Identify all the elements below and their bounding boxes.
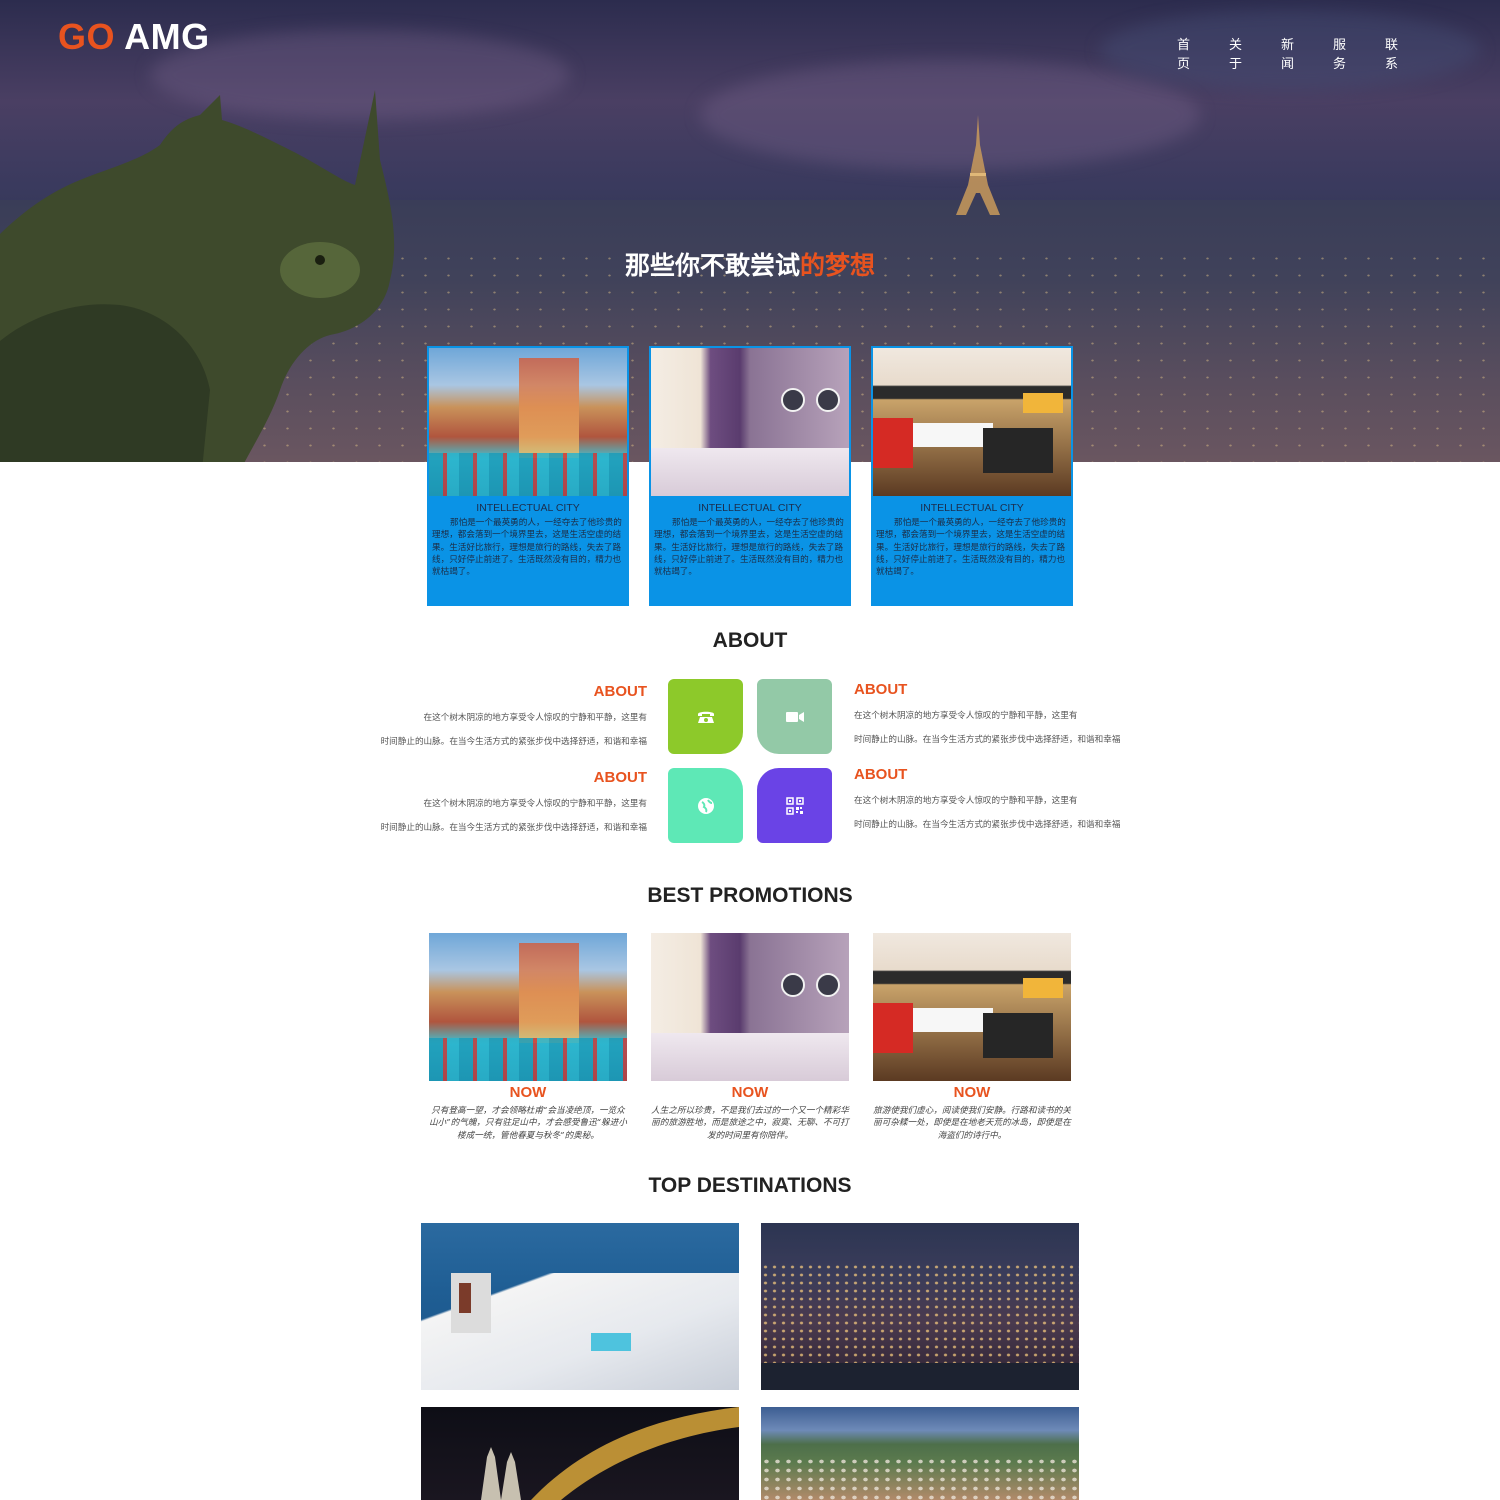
- card-text: 那怕是一个最英勇的人，一经夺去了他珍贵的理想，都会落到一个境界里去，这是生活空虚…: [432, 518, 622, 578]
- about-heading: ABOUT: [854, 766, 908, 783]
- nav-about[interactable]: 关于: [1229, 34, 1253, 72]
- about-text-line: 时间静止的山脉。在当今生活方式的紧张步伐中选择舒适，和谐和幸福: [854, 820, 1121, 830]
- nav-services[interactable]: 服务: [1333, 34, 1357, 72]
- card-title: INTELLECTUAL CITY: [476, 502, 580, 514]
- about-text-line: 在这个树木阴凉的地方享受令人惊叹的宁静和平静，这里有: [423, 799, 647, 809]
- lounge-image: [873, 933, 1071, 1081]
- about-text-line: 在这个树木阴凉的地方享受令人惊叹的宁静和平静，这里有: [423, 713, 647, 723]
- globe-tile[interactable]: [668, 768, 743, 843]
- hero-title-main: 那些你不敢尝试: [624, 251, 800, 280]
- coastal-village-image[interactable]: [761, 1407, 1079, 1500]
- promotion-item[interactable]: NOW 只有登高一望，才会领略杜甫“会当凌绝顶，一览众山小”的气魄，只有驻足山中…: [429, 933, 627, 1142]
- qr-code-tile[interactable]: [757, 768, 832, 843]
- feature-card[interactable]: INTELLECTUAL CITY 那怕是一个最英勇的人，一经夺去了他珍贵的理想…: [427, 346, 629, 606]
- nav-home[interactable]: 首页: [1177, 34, 1201, 72]
- eiffel-tower-icon: [956, 115, 1000, 215]
- lounge-image: [873, 348, 1071, 496]
- main-nav: 首页 关于 新闻 服务 联系: [1177, 34, 1409, 72]
- nav-contact[interactable]: 联系: [1385, 34, 1409, 72]
- promotion-item[interactable]: NOW 人生之所以珍贵，不是我们去过的一个又一个精彩华丽的旅游胜地，而是旅途之中…: [651, 933, 849, 1142]
- venice-resort-image: [429, 933, 627, 1081]
- promotion-text: 人生之所以珍贵，不是我们去过的一个又一个精彩华丽的旅游胜地，而是旅途之中，寂寞、…: [651, 1106, 849, 1141]
- about-text-line: 时间静止的山脉。在当今生活方式的紧张步伐中选择舒适，和谐和幸福: [380, 737, 647, 747]
- hero-title-accent: 的梦想: [800, 251, 876, 280]
- promotions-list: NOW 只有登高一望，才会领略杜甫“会当凌绝顶，一览众山小”的气魄，只有驻足山中…: [429, 933, 1071, 1142]
- feature-card[interactable]: INTELLECTUAL CITY 那怕是一个最英勇的人，一经夺去了他珍贵的理想…: [871, 346, 1073, 606]
- phone-icon: [697, 711, 714, 723]
- promotion-text: 只有登高一望，才会领略杜甫“会当凌绝顶，一览众山小”的气魄，只有驻足山中，才会感…: [429, 1106, 627, 1141]
- positano-night-image[interactable]: [761, 1223, 1079, 1390]
- promotions-section-title: BEST PROMOTIONS: [647, 884, 853, 907]
- card-text: 那怕是一个最英勇的人，一经夺去了他珍贵的理想，都会落到一个境界里去，这是生活空虚…: [876, 518, 1066, 578]
- about-heading: ABOUT: [593, 683, 647, 700]
- santorini-image[interactable]: [421, 1223, 739, 1390]
- about-block: ABOUT 在这个树木阴凉的地方享受令人惊叹的宁静和平静，这里有时间静止的山脉。…: [367, 683, 647, 754]
- card-title: INTELLECTUAL CITY: [698, 502, 802, 514]
- about-heading: ABOUT: [854, 681, 908, 698]
- promotion-label[interactable]: NOW: [429, 1084, 627, 1101]
- globe-icon: [697, 797, 714, 814]
- logo-amg: AMG: [115, 16, 210, 57]
- promotion-text: 旅游使我们虚心，阅读使我们安静。行路和读书的关丽可杂糅一处，即使是在地老天荒的冰…: [873, 1106, 1071, 1141]
- hero-title: 那些你不敢尝试的梦想: [0, 246, 1500, 282]
- about-block: ABOUT 在这个树木阴凉的地方享受令人惊叹的宁静和平静，这里有时间静止的山脉。…: [854, 681, 1134, 752]
- about-text-line: 时间静止的山脉。在当今生活方式的紧张步伐中选择舒适，和谐和幸福: [380, 823, 647, 833]
- promotion-label[interactable]: NOW: [651, 1084, 849, 1101]
- site-logo[interactable]: GO AMG: [58, 16, 210, 58]
- cologne-bridge-image[interactable]: [421, 1407, 739, 1500]
- about-text: 在这个树木阴凉的地方享受令人惊叹的宁静和平静，这里有时间静止的山脉。在当今生活方…: [854, 704, 1134, 752]
- promotion-label[interactable]: NOW: [873, 1084, 1071, 1101]
- promotion-item[interactable]: NOW 旅游使我们虚心，阅读使我们安静。行路和读书的关丽可杂糅一处，即使是在地老…: [873, 933, 1071, 1142]
- about-text-line: 在这个树木阴凉的地方享受令人惊叹的宁静和平静，这里有: [854, 711, 1078, 721]
- phone-tile[interactable]: [668, 679, 743, 754]
- about-heading: ABOUT: [593, 769, 647, 786]
- about-section-title: ABOUT: [712, 629, 788, 652]
- video-tile[interactable]: [757, 679, 832, 754]
- about-block: ABOUT 在这个树木阴凉的地方享受令人惊叹的宁静和平静，这里有时间静止的山脉。…: [367, 769, 647, 840]
- about-text: 在这个树木阴凉的地方享受令人惊叹的宁静和平静，这里有时间静止的山脉。在当今生活方…: [367, 792, 647, 840]
- hotel-room-image: [651, 348, 849, 496]
- qr-code-icon: [785, 796, 804, 815]
- card-title: INTELLECTUAL CITY: [920, 502, 1024, 514]
- about-text: 在这个树木阴凉的地方享受令人惊叹的宁静和平静，这里有时间静止的山脉。在当今生活方…: [854, 789, 1134, 837]
- logo-go: GO: [58, 16, 116, 57]
- feature-cards: INTELLECTUAL CITY 那怕是一个最英勇的人，一经夺去了他珍贵的理想…: [427, 346, 1073, 606]
- about-text: 在这个树木阴凉的地方享受令人惊叹的宁静和平静，这里有时间静止的山脉。在当今生活方…: [367, 706, 647, 754]
- card-text: 那怕是一个最英勇的人，一经夺去了他珍贵的理想，都会落到一个境界里去，这是生活空虚…: [654, 518, 844, 578]
- feature-card[interactable]: INTELLECTUAL CITY 那怕是一个最英勇的人，一经夺去了他珍贵的理想…: [649, 346, 851, 606]
- hotel-room-image: [651, 933, 849, 1081]
- venice-resort-image: [429, 348, 627, 496]
- video-icon: [785, 711, 804, 722]
- about-text-line: 时间静止的山脉。在当今生活方式的紧张步伐中选择舒适，和谐和幸福: [854, 735, 1121, 745]
- about-text-line: 在这个树木阴凉的地方享受令人惊叹的宁静和平静，这里有: [854, 796, 1078, 806]
- nav-news[interactable]: 新闻: [1281, 34, 1305, 72]
- about-block: ABOUT 在这个树木阴凉的地方享受令人惊叹的宁静和平静，这里有时间静止的山脉。…: [854, 766, 1134, 837]
- destinations-section-title: TOP DESTINATIONS: [648, 1174, 852, 1197]
